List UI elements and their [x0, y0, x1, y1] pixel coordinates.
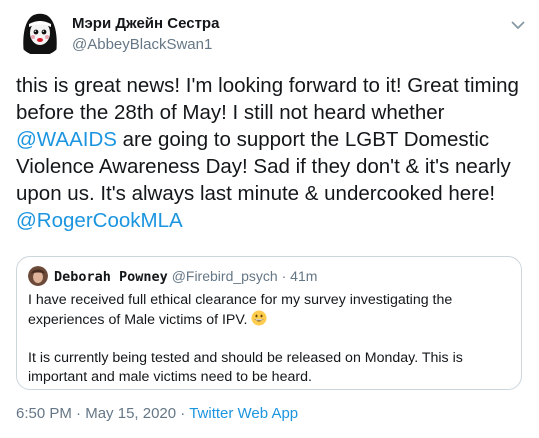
- author-handle[interactable]: @AbbeyBlackSwan1: [72, 36, 212, 54]
- more-options-button[interactable]: [507, 14, 529, 36]
- tweet-meta: 6:50 PM · May 15, 2020 · Twitter Web App: [16, 405, 298, 423]
- meta-separator: ·: [180, 405, 186, 422]
- tweet-card: Мэри Джейн Сестра @AbbeyBlackSwan1 this …: [0, 0, 539, 438]
- quoted-author-display-name[interactable]: Deborah Powney: [54, 269, 168, 285]
- quoted-author-avatar[interactable]: [28, 266, 48, 286]
- tweet-text-segment: this is great news! I'm looking forward …: [16, 74, 519, 124]
- avatar-photo-icon: [28, 266, 48, 286]
- quoted-tweet-header: Deborah Powney @Firebird_psych · 41m: [54, 267, 317, 286]
- quoted-paragraph: It is currently being tested and should …: [28, 350, 463, 385]
- quoted-tweet[interactable]: Deborah Powney @Firebird_psych · 41m I h…: [16, 256, 522, 390]
- tweet-time[interactable]: 6:50 PM: [16, 405, 72, 422]
- tweet-source-link[interactable]: Twitter Web App: [189, 405, 298, 422]
- quoted-author-handle[interactable]: @Firebird_psych: [172, 268, 278, 284]
- mention-link-waaids[interactable]: @WAAIDS: [16, 128, 117, 151]
- author-avatar[interactable]: [16, 8, 64, 56]
- quoted-tweet-time[interactable]: 41m: [290, 268, 317, 284]
- quoted-paragraph-text: I have received full ethical clearance f…: [28, 292, 453, 328]
- quoted-paragraph: I have received full ethical clearance f…: [28, 291, 512, 330]
- mention-link-rogercookmla[interactable]: @RogerCookMLA: [16, 209, 183, 232]
- tweet-date[interactable]: May 15, 2020: [85, 405, 176, 422]
- author-display-name[interactable]: Мэри Джейн Сестра: [72, 15, 219, 33]
- grinning-face-emoji-icon: [251, 310, 267, 326]
- header-separator: ·: [281, 268, 287, 284]
- meta-separator: ·: [76, 405, 82, 422]
- tweet-text: this is great news! I'm looking forward …: [16, 72, 528, 234]
- quoted-tweet-body: I have received full ethical clearance f…: [28, 291, 512, 387]
- nun-avatar-icon: [16, 8, 64, 56]
- chevron-down-icon: [511, 21, 525, 29]
